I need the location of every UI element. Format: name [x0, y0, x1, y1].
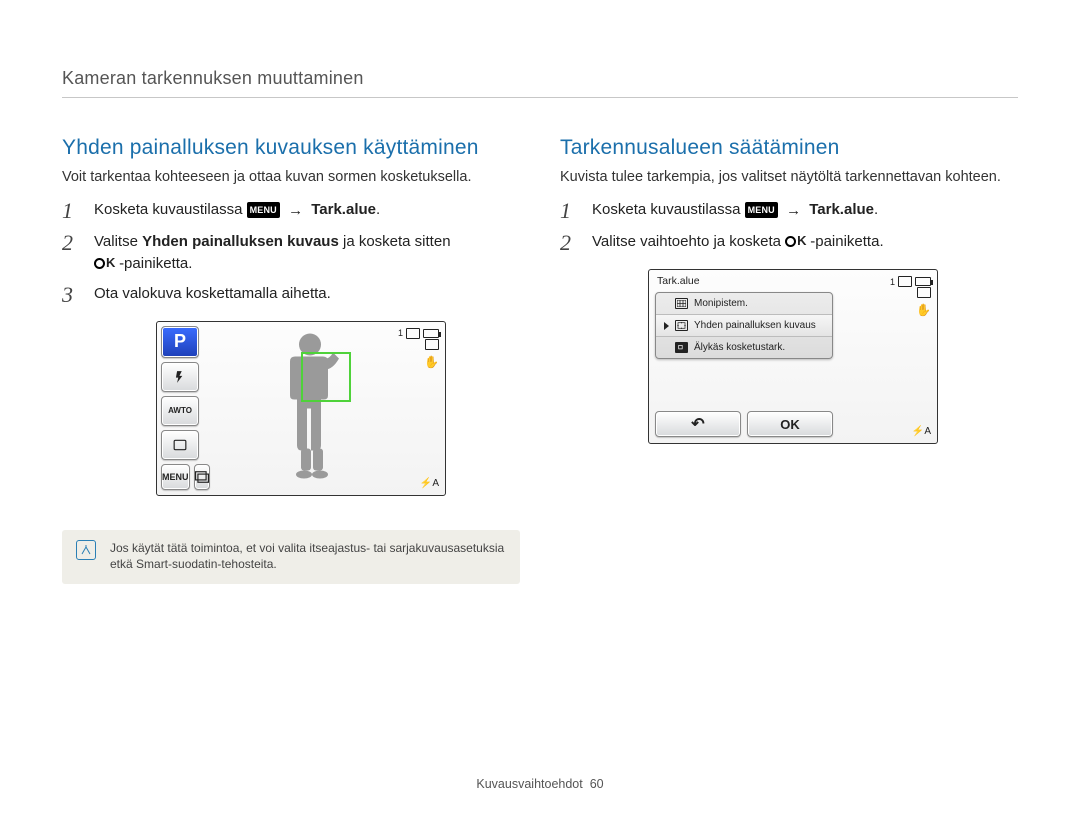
footer-page: 60: [590, 777, 604, 791]
exposure-indicator: ⚡: [912, 426, 924, 437]
target-icon: [675, 320, 688, 331]
selected-indicator-icon: [664, 322, 669, 330]
right-section-title: Tarkennusalueen säätäminen: [560, 136, 1018, 160]
left-section-title: Yhden painalluksen kuvauksen käyttäminen: [62, 136, 520, 160]
page-footer: Kuvausvaihtoehdot 60: [0, 777, 1080, 791]
exposure-letter: A: [924, 426, 931, 437]
step-number: 2: [560, 231, 580, 255]
gallery-button[interactable]: [194, 464, 210, 490]
note-box: Jos käytät tätä toimintoa, et voi valita…: [62, 530, 520, 584]
menu-icon: MENU: [247, 202, 280, 218]
step-tail: .: [376, 201, 380, 218]
menu-item-label: Yhden painalluksen kuvaus: [694, 320, 816, 331]
step-tail: .: [874, 201, 878, 218]
ok-icon: K: [94, 254, 115, 273]
step-bold: Yhden painalluksen kuvaus: [142, 233, 339, 250]
ok-icon: K: [785, 232, 806, 251]
right-section-sub: Kuvista tulee tarkempia, jos valitset nä…: [560, 168, 1018, 187]
arrow-icon: →: [786, 200, 801, 222]
menu-title: Tark.alue: [657, 275, 700, 287]
step-tail: -painiketta.: [810, 233, 883, 250]
menu-icon: MENU: [745, 202, 778, 218]
step-text: Ota valokuva koskettamalla aihetta.: [94, 283, 331, 305]
battery-icon: [423, 329, 439, 338]
step-tail: -painiketta.: [119, 255, 192, 272]
ok-button[interactable]: OK: [747, 411, 833, 437]
menu-item-label: Älykäs kosketustark.: [694, 342, 785, 353]
exposure-indicator: ⚡: [420, 478, 432, 489]
left-step-2: 2 Valitse Yhden painalluksen kuvaus ja k…: [62, 231, 520, 275]
menu-item-label: Monipistem.: [694, 298, 748, 309]
menu-item-onetouch[interactable]: Yhden painalluksen kuvaus: [656, 315, 832, 337]
right-step-2: 2 Valitse vaihtoehto ja kosketa K -paini…: [560, 231, 1018, 255]
card-icon: [406, 328, 420, 339]
battery-icon: [915, 277, 931, 286]
mode-p-button[interactable]: P: [161, 326, 199, 358]
step-number: 1: [62, 199, 82, 223]
card-icon: [898, 276, 912, 287]
drive-button[interactable]: [161, 430, 199, 460]
wb-button[interactable]: AWTO: [161, 396, 199, 426]
right-step-1: 1 Kosketa kuvaustilassa MENU → Tark.alue…: [560, 199, 1018, 223]
info-icon: [76, 540, 96, 560]
shots-counter: 1: [890, 277, 895, 287]
step-number: 1: [560, 199, 580, 223]
footer-label: Kuvausvaihtoehdot: [476, 777, 582, 791]
step-number: 3: [62, 283, 82, 307]
grid-icon: [675, 298, 688, 309]
step-text: Valitse: [94, 233, 142, 250]
exposure-letter: A: [432, 478, 439, 489]
focus-box: [301, 352, 351, 402]
back-button[interactable]: ↶: [655, 411, 741, 437]
step-text: Kosketa kuvaustilassa: [94, 201, 247, 218]
left-step-3: 3 Ota valokuva koskettamalla aihetta.: [62, 283, 520, 307]
left-section-sub: Voit tarkentaa kohteeseen ja ottaa kuvan…: [62, 168, 520, 187]
menu-button[interactable]: MENU: [161, 464, 190, 490]
left-step-1: 1 Kosketa kuvaustilassa MENU → Tark.alue…: [62, 199, 520, 223]
step-bold: Tark.alue: [311, 201, 376, 218]
step-text: Kosketa kuvaustilassa: [592, 201, 745, 218]
step-text: ja kosketa sitten: [339, 233, 451, 250]
ois-icon: ✋: [916, 304, 931, 316]
camera-preview: P AWTO MENU: [156, 321, 446, 496]
note-text: Jos käytät tätä toimintoa, et voi valita…: [110, 540, 506, 572]
flash-button[interactable]: [161, 362, 199, 392]
shots-counter: 1: [398, 328, 403, 338]
size-icon: [425, 339, 439, 350]
step-bold: Tark.alue: [809, 201, 874, 218]
step-text: Valitse vaihtoehto ja kosketa: [592, 233, 785, 250]
size-icon: [917, 287, 931, 298]
menu-panel: Monipistem. Yhden painalluksen kuvaus: [655, 292, 833, 359]
step-number: 2: [62, 231, 82, 255]
page-header: Kameran tarkennuksen muuttaminen: [62, 68, 1018, 89]
focus-area-menu: Tark.alue Monipistem. Yhd: [648, 269, 938, 444]
menu-item-multiaf[interactable]: Monipistem.: [656, 293, 832, 315]
arrow-icon: →: [288, 200, 303, 222]
header-rule: [62, 97, 1018, 98]
menu-item-smarttouch[interactable]: Älykäs kosketustark.: [656, 337, 832, 358]
touch-icon: [675, 342, 688, 353]
ois-icon: ✋: [424, 356, 439, 368]
